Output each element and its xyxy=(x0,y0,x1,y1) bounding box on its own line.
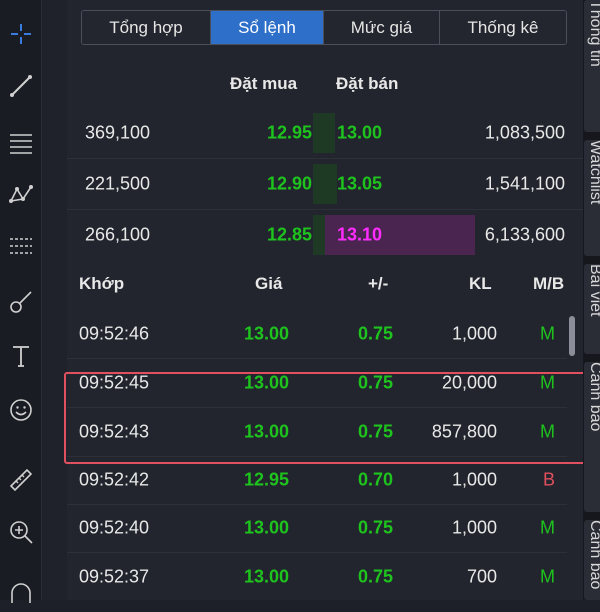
ask-header: Đặt bán xyxy=(336,74,399,93)
side-tab-label: Cảnh báo xyxy=(587,362,600,432)
trade-side: M xyxy=(540,517,555,538)
trade-change: 0.75 xyxy=(357,517,393,538)
row-divider xyxy=(67,209,583,210)
trade-change: 0.75 xyxy=(357,372,393,393)
trade-time: 09:52:43 xyxy=(79,421,150,442)
trade-time: 09:52:45 xyxy=(79,372,150,393)
trade-row: 09:52:40 13.00 0.75 1,000 M xyxy=(67,504,567,552)
trade-volume: 1,000 xyxy=(451,323,497,344)
side-tab-alerts-2[interactable]: Cảnh báo xyxy=(584,520,600,600)
trade-row: 09:52:43 13.00 0.75 857,800 M xyxy=(67,408,567,456)
trade-side: M xyxy=(540,421,555,442)
order-book-row: 369,100 12.95 13.00 1,083,500 xyxy=(67,110,583,156)
order-book-panel: Tổng hợp Sổ lệnh Mức giá Thống kê Đặt mu… xyxy=(64,0,588,601)
col-header-price: Giá xyxy=(255,274,283,293)
col-header-change: +/- xyxy=(368,274,389,293)
side-tab-alerts[interactable]: Cảnh báo xyxy=(584,362,600,512)
zoom-in-icon[interactable] xyxy=(0,512,42,552)
ruler-icon[interactable] xyxy=(0,460,42,500)
bid-header: Đặt mua xyxy=(230,74,298,93)
bid-volume: 221,500 xyxy=(85,173,151,194)
chart-area-edge xyxy=(43,0,67,600)
side-tab-label: Watchlist xyxy=(587,140,600,205)
pattern-icon[interactable] xyxy=(0,174,42,214)
brush-icon[interactable] xyxy=(0,282,42,322)
ask-price[interactable]: 13.10 xyxy=(337,225,382,246)
trade-side: B xyxy=(542,469,555,490)
col-header-time: Khớp xyxy=(79,274,125,293)
tab-statistics[interactable]: Thống kê xyxy=(440,11,566,44)
emoji-icon[interactable] xyxy=(0,390,42,430)
ask-price[interactable]: 13.00 xyxy=(337,123,382,144)
trade-volume: 20,000 xyxy=(441,372,497,393)
side-tab-info[interactable]: Thông tin xyxy=(584,0,600,132)
col-header-volume: KL xyxy=(469,274,492,293)
trade-change: 0.75 xyxy=(357,323,393,344)
order-book-row: 221,500 12.90 13.05 1,541,100 xyxy=(67,161,583,207)
ask-volume: 1,083,500 xyxy=(484,122,565,143)
side-tab-label: Bài viết xyxy=(587,264,600,317)
scrollbar-thumb[interactable] xyxy=(569,316,575,356)
trade-price: 13.00 xyxy=(243,323,289,344)
trade-time: 09:52:37 xyxy=(79,566,150,587)
trendline-icon[interactable] xyxy=(0,66,42,106)
fib-icon[interactable] xyxy=(0,226,42,266)
trade-volume: 1,000 xyxy=(451,469,497,490)
trade-time: 09:52:40 xyxy=(79,517,150,538)
trade-volume: 700 xyxy=(466,566,497,587)
trade-price: 13.00 xyxy=(243,372,289,393)
trade-price: 13.00 xyxy=(243,421,289,442)
ask-price[interactable]: 13.05 xyxy=(337,174,382,195)
trade-price: 13.00 xyxy=(243,566,289,587)
bid-volume: 266,100 xyxy=(85,224,151,245)
trade-volume: 857,800 xyxy=(431,421,497,442)
bid-volume: 369,100 xyxy=(85,122,151,143)
tab-price-levels[interactable]: Mức giá xyxy=(324,11,440,44)
magnet-icon[interactable] xyxy=(0,572,42,612)
row-divider xyxy=(67,158,583,159)
side-tab-label: Cảnh báo xyxy=(587,520,600,590)
trade-change: 0.75 xyxy=(357,421,393,442)
side-panel-tabs: Thông tin Watchlist Bài viết Cảnh báo Cả… xyxy=(583,0,600,600)
ask-volume: 6,133,600 xyxy=(484,224,565,245)
trade-row: 09:52:45 13.00 0.75 20,000 M xyxy=(67,359,567,407)
text-icon[interactable] xyxy=(0,336,42,376)
horizontal-lines-icon[interactable] xyxy=(0,122,42,162)
ask-volume: 1,541,100 xyxy=(484,173,565,194)
trade-time: 09:52:42 xyxy=(79,469,150,490)
trade-volume: 1,000 xyxy=(451,517,497,538)
trade-row: 09:52:37 13.00 0.75 700 M xyxy=(67,553,567,601)
bid-price[interactable]: 12.95 xyxy=(267,123,312,144)
trade-side: M xyxy=(540,323,555,344)
trade-change: 0.75 xyxy=(357,566,393,587)
side-tab-watchlist[interactable]: Watchlist xyxy=(584,140,600,256)
bid-price[interactable]: 12.85 xyxy=(267,225,312,246)
side-tab-posts[interactable]: Bài viết xyxy=(584,264,600,354)
trade-row: 09:52:42 12.95 0.70 1,000 B xyxy=(67,456,567,504)
tab-summary[interactable]: Tổng hợp xyxy=(82,11,211,44)
trade-change: 0.70 xyxy=(357,469,393,490)
side-tab-label: Thông tin xyxy=(587,0,600,67)
tab-order-book[interactable]: Sổ lệnh xyxy=(211,11,324,44)
trade-time: 09:52:46 xyxy=(79,323,150,344)
drawing-toolbar xyxy=(0,0,42,603)
bid-price[interactable]: 12.90 xyxy=(267,174,312,195)
trade-side: M xyxy=(540,372,555,393)
panel-tabs: Tổng hợp Sổ lệnh Mức giá Thống kê xyxy=(81,10,567,45)
trade-price: 12.95 xyxy=(243,469,289,490)
crosshair-icon[interactable] xyxy=(0,14,42,54)
trade-row: 09:52:46 13.00 0.75 1,000 M xyxy=(67,310,567,358)
trade-side: M xyxy=(540,566,555,587)
order-book-row: 266,100 12.85 13.10 6,133,600 xyxy=(67,212,583,258)
trade-price: 13.00 xyxy=(243,517,289,538)
col-header-side: M/B xyxy=(533,274,565,293)
